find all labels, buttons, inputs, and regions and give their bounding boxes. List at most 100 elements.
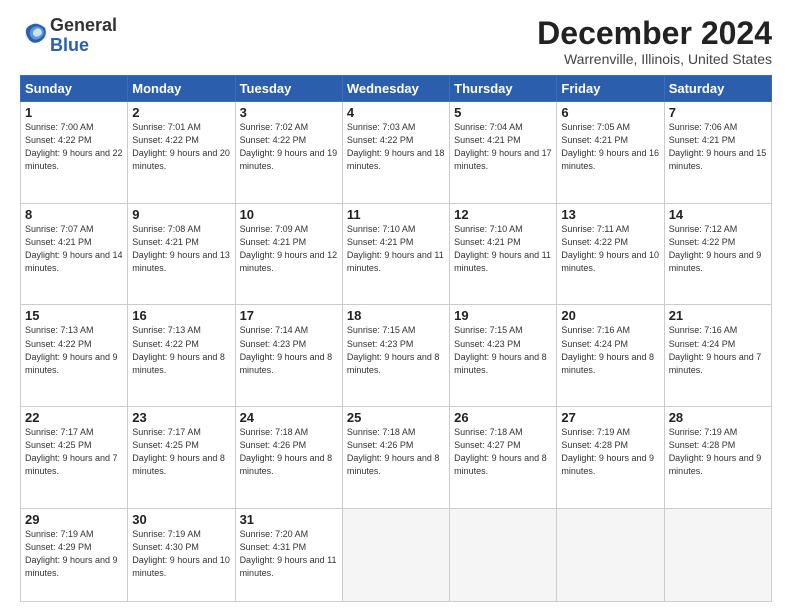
table-row: 21Sunrise: 7:16 AMSunset: 4:24 PMDayligh… xyxy=(664,305,771,407)
table-row: 28Sunrise: 7:19 AMSunset: 4:28 PMDayligh… xyxy=(664,407,771,509)
day-number: 30 xyxy=(132,512,230,527)
day-number: 31 xyxy=(240,512,338,527)
day-info: Sunrise: 7:10 AMSunset: 4:21 PMDaylight:… xyxy=(347,223,445,275)
page-subtitle: Warrenville, Illinois, United States xyxy=(537,51,772,67)
day-info: Sunrise: 7:15 AMSunset: 4:23 PMDaylight:… xyxy=(454,324,552,376)
day-info: Sunrise: 7:18 AMSunset: 4:26 PMDaylight:… xyxy=(240,426,338,478)
day-number: 21 xyxy=(669,308,767,323)
header-friday: Friday xyxy=(557,76,664,102)
table-row xyxy=(450,508,557,601)
day-info: Sunrise: 7:19 AMSunset: 4:28 PMDaylight:… xyxy=(561,426,659,478)
logo-text: General Blue xyxy=(50,16,117,56)
day-info: Sunrise: 7:04 AMSunset: 4:21 PMDaylight:… xyxy=(454,121,552,173)
day-info: Sunrise: 7:16 AMSunset: 4:24 PMDaylight:… xyxy=(561,324,659,376)
day-number: 17 xyxy=(240,308,338,323)
day-info: Sunrise: 7:06 AMSunset: 4:21 PMDaylight:… xyxy=(669,121,767,173)
table-row: 22Sunrise: 7:17 AMSunset: 4:25 PMDayligh… xyxy=(21,407,128,509)
calendar-week-row: 29Sunrise: 7:19 AMSunset: 4:29 PMDayligh… xyxy=(21,508,772,601)
calendar-header-row: Sunday Monday Tuesday Wednesday Thursday… xyxy=(21,76,772,102)
day-info: Sunrise: 7:19 AMSunset: 4:29 PMDaylight:… xyxy=(25,528,123,580)
header-wednesday: Wednesday xyxy=(342,76,449,102)
table-row: 9Sunrise: 7:08 AMSunset: 4:21 PMDaylight… xyxy=(128,203,235,305)
logo: General Blue xyxy=(20,16,117,56)
day-number: 23 xyxy=(132,410,230,425)
day-number: 10 xyxy=(240,207,338,222)
table-row: 30Sunrise: 7:19 AMSunset: 4:30 PMDayligh… xyxy=(128,508,235,601)
day-number: 7 xyxy=(669,105,767,120)
calendar-week-row: 15Sunrise: 7:13 AMSunset: 4:22 PMDayligh… xyxy=(21,305,772,407)
day-info: Sunrise: 7:11 AMSunset: 4:22 PMDaylight:… xyxy=(561,223,659,275)
day-info: Sunrise: 7:13 AMSunset: 4:22 PMDaylight:… xyxy=(132,324,230,376)
table-row: 27Sunrise: 7:19 AMSunset: 4:28 PMDayligh… xyxy=(557,407,664,509)
day-info: Sunrise: 7:10 AMSunset: 4:21 PMDaylight:… xyxy=(454,223,552,275)
table-row: 23Sunrise: 7:17 AMSunset: 4:25 PMDayligh… xyxy=(128,407,235,509)
day-number: 25 xyxy=(347,410,445,425)
table-row: 7Sunrise: 7:06 AMSunset: 4:21 PMDaylight… xyxy=(664,102,771,204)
day-info: Sunrise: 7:09 AMSunset: 4:21 PMDaylight:… xyxy=(240,223,338,275)
header: General Blue December 2024 Warrenville, … xyxy=(20,16,772,67)
day-info: Sunrise: 7:15 AMSunset: 4:23 PMDaylight:… xyxy=(347,324,445,376)
table-row: 29Sunrise: 7:19 AMSunset: 4:29 PMDayligh… xyxy=(21,508,128,601)
day-number: 14 xyxy=(669,207,767,222)
day-info: Sunrise: 7:01 AMSunset: 4:22 PMDaylight:… xyxy=(132,121,230,173)
table-row: 10Sunrise: 7:09 AMSunset: 4:21 PMDayligh… xyxy=(235,203,342,305)
logo-icon xyxy=(22,19,50,47)
day-info: Sunrise: 7:03 AMSunset: 4:22 PMDaylight:… xyxy=(347,121,445,173)
logo-blue: Blue xyxy=(50,35,89,55)
table-row xyxy=(664,508,771,601)
day-number: 24 xyxy=(240,410,338,425)
table-row: 2Sunrise: 7:01 AMSunset: 4:22 PMDaylight… xyxy=(128,102,235,204)
table-row: 16Sunrise: 7:13 AMSunset: 4:22 PMDayligh… xyxy=(128,305,235,407)
table-row: 5Sunrise: 7:04 AMSunset: 4:21 PMDaylight… xyxy=(450,102,557,204)
header-thursday: Thursday xyxy=(450,76,557,102)
calendar-table: Sunday Monday Tuesday Wednesday Thursday… xyxy=(20,75,772,602)
table-row xyxy=(342,508,449,601)
header-sunday: Sunday xyxy=(21,76,128,102)
table-row: 24Sunrise: 7:18 AMSunset: 4:26 PMDayligh… xyxy=(235,407,342,509)
table-row: 19Sunrise: 7:15 AMSunset: 4:23 PMDayligh… xyxy=(450,305,557,407)
day-number: 8 xyxy=(25,207,123,222)
table-row: 11Sunrise: 7:10 AMSunset: 4:21 PMDayligh… xyxy=(342,203,449,305)
table-row: 18Sunrise: 7:15 AMSunset: 4:23 PMDayligh… xyxy=(342,305,449,407)
day-info: Sunrise: 7:19 AMSunset: 4:28 PMDaylight:… xyxy=(669,426,767,478)
day-info: Sunrise: 7:18 AMSunset: 4:27 PMDaylight:… xyxy=(454,426,552,478)
day-info: Sunrise: 7:07 AMSunset: 4:21 PMDaylight:… xyxy=(25,223,123,275)
table-row: 13Sunrise: 7:11 AMSunset: 4:22 PMDayligh… xyxy=(557,203,664,305)
day-number: 27 xyxy=(561,410,659,425)
day-number: 9 xyxy=(132,207,230,222)
calendar-week-row: 22Sunrise: 7:17 AMSunset: 4:25 PMDayligh… xyxy=(21,407,772,509)
table-row: 17Sunrise: 7:14 AMSunset: 4:23 PMDayligh… xyxy=(235,305,342,407)
table-row: 15Sunrise: 7:13 AMSunset: 4:22 PMDayligh… xyxy=(21,305,128,407)
table-row: 26Sunrise: 7:18 AMSunset: 4:27 PMDayligh… xyxy=(450,407,557,509)
day-info: Sunrise: 7:13 AMSunset: 4:22 PMDaylight:… xyxy=(25,324,123,376)
table-row: 1Sunrise: 7:00 AMSunset: 4:22 PMDaylight… xyxy=(21,102,128,204)
day-info: Sunrise: 7:08 AMSunset: 4:21 PMDaylight:… xyxy=(132,223,230,275)
day-info: Sunrise: 7:00 AMSunset: 4:22 PMDaylight:… xyxy=(25,121,123,173)
day-number: 13 xyxy=(561,207,659,222)
day-number: 20 xyxy=(561,308,659,323)
day-number: 11 xyxy=(347,207,445,222)
calendar-week-row: 8Sunrise: 7:07 AMSunset: 4:21 PMDaylight… xyxy=(21,203,772,305)
day-number: 19 xyxy=(454,308,552,323)
day-number: 26 xyxy=(454,410,552,425)
table-row: 4Sunrise: 7:03 AMSunset: 4:22 PMDaylight… xyxy=(342,102,449,204)
day-info: Sunrise: 7:02 AMSunset: 4:22 PMDaylight:… xyxy=(240,121,338,173)
table-row: 12Sunrise: 7:10 AMSunset: 4:21 PMDayligh… xyxy=(450,203,557,305)
page: General Blue December 2024 Warrenville, … xyxy=(0,0,792,612)
logo-general: General xyxy=(50,15,117,35)
table-row: 25Sunrise: 7:18 AMSunset: 4:26 PMDayligh… xyxy=(342,407,449,509)
day-number: 29 xyxy=(25,512,123,527)
day-info: Sunrise: 7:17 AMSunset: 4:25 PMDaylight:… xyxy=(25,426,123,478)
day-number: 16 xyxy=(132,308,230,323)
day-info: Sunrise: 7:12 AMSunset: 4:22 PMDaylight:… xyxy=(669,223,767,275)
day-number: 12 xyxy=(454,207,552,222)
header-tuesday: Tuesday xyxy=(235,76,342,102)
table-row: 3Sunrise: 7:02 AMSunset: 4:22 PMDaylight… xyxy=(235,102,342,204)
day-number: 2 xyxy=(132,105,230,120)
table-row: 6Sunrise: 7:05 AMSunset: 4:21 PMDaylight… xyxy=(557,102,664,204)
day-number: 3 xyxy=(240,105,338,120)
day-number: 18 xyxy=(347,308,445,323)
table-row: 14Sunrise: 7:12 AMSunset: 4:22 PMDayligh… xyxy=(664,203,771,305)
day-number: 22 xyxy=(25,410,123,425)
day-info: Sunrise: 7:16 AMSunset: 4:24 PMDaylight:… xyxy=(669,324,767,376)
